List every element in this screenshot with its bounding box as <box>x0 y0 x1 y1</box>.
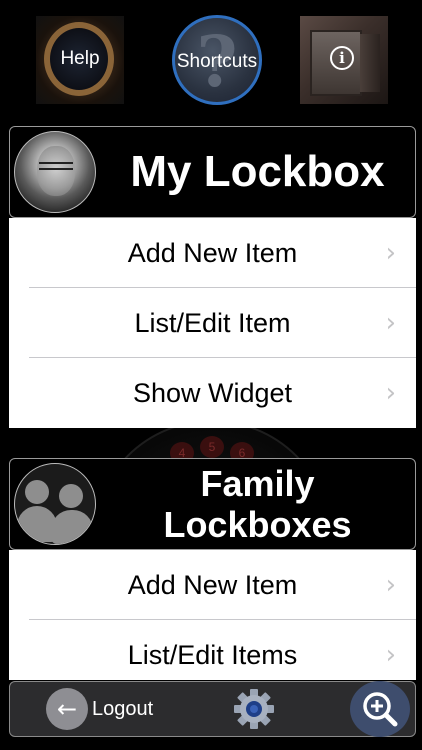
help-button[interactable]: Help <box>36 16 124 104</box>
family-list-edit-items[interactable]: List/Edit Items › <box>9 620 416 680</box>
chevron-right-icon: › <box>385 238 396 268</box>
title-line: Family <box>200 463 315 504</box>
family-add-new-item[interactable]: Add New Item › <box>9 550 416 620</box>
menu-item-label: Add New Item <box>127 570 298 600</box>
avatar[interactable] <box>14 131 96 213</box>
info-icon: i <box>330 46 354 70</box>
chevron-right-icon: › <box>385 640 396 670</box>
magnifier-plus-icon <box>363 692 398 727</box>
menu-item-label: List/Edit Item <box>134 308 291 338</box>
my-show-widget[interactable]: Show Widget › <box>9 358 416 428</box>
menu-item-label: Add New Item <box>127 238 298 268</box>
group-avatar-icon[interactable] <box>14 463 96 545</box>
group-body <box>51 510 93 544</box>
my-lockbox-header: My Lockbox <box>9 126 416 218</box>
title-line: Lockboxes <box>163 504 352 545</box>
menu-item-label: Show Widget <box>132 378 293 408</box>
avatar-face <box>37 146 75 196</box>
dial-number: 5 <box>200 436 224 458</box>
group-head <box>59 484 83 508</box>
avatar-glasses <box>39 162 73 170</box>
menu-item-label: List/Edit Items <box>127 640 298 670</box>
back-arrow-icon: ← <box>46 688 88 730</box>
bottom-toolbar: ← Logout <box>9 681 416 737</box>
chevron-right-icon: › <box>385 308 396 338</box>
my-list-edit-item[interactable]: List/Edit Item › <box>9 288 416 358</box>
info-button[interactable]: i <box>300 16 388 104</box>
logout-label: Logout <box>92 698 154 720</box>
group-head <box>25 480 49 504</box>
help-label: Help <box>60 48 100 69</box>
gear-icon[interactable] <box>232 687 276 731</box>
family-lockboxes-header: Family Lockboxes <box>9 458 416 550</box>
safe-side <box>360 34 380 92</box>
shortcuts-button[interactable]: ? Shortcuts <box>172 15 262 105</box>
my-add-new-item[interactable]: Add New Item › <box>9 218 416 288</box>
chevron-right-icon: › <box>385 378 396 408</box>
search-zoom-button[interactable] <box>350 681 410 737</box>
family-lockboxes-title: Family Lockboxes <box>110 463 405 545</box>
my-lockbox-title: My Lockbox <box>130 147 385 196</box>
shortcuts-label: Shortcuts <box>176 51 258 72</box>
chevron-right-icon: › <box>385 570 396 600</box>
family-lockboxes-menu: Add New Item › List/Edit Items › <box>9 550 416 680</box>
my-lockbox-menu: Add New Item › List/Edit Item › Show Wid… <box>9 218 416 428</box>
